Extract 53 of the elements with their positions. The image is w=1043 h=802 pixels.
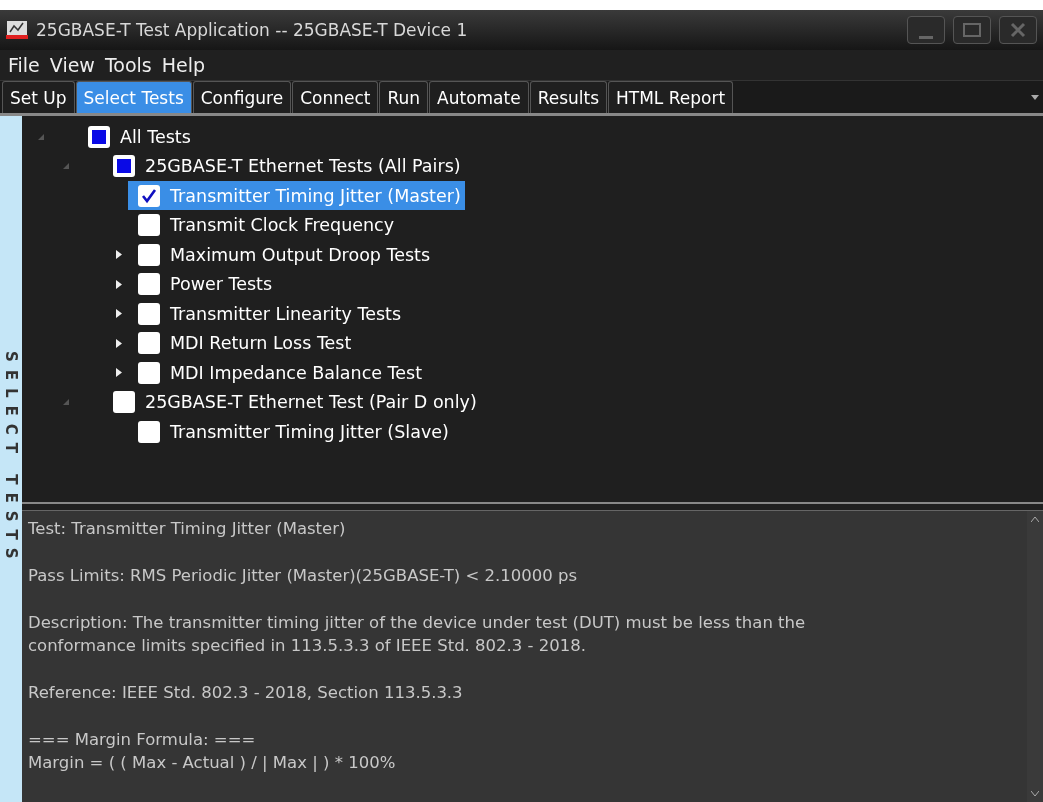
details-text: === Margin Formula: === Margin = ( ( Max - Actual ) / | Max | ) * 100% [28,729,397,774]
menu-item[interactable]: Help [161,54,206,76]
details-text: Test: Transmitter Timing Jitter (Master) [28,518,347,540]
checkbox[interactable] [138,332,160,355]
checkbox[interactable] [138,214,160,237]
scroll-up-icon[interactable] [1031,517,1039,522]
tab[interactable]: Set Up [2,81,75,113]
splitter[interactable] [22,502,1043,511]
collapsed-arrow-icon[interactable] [116,338,122,348]
tree-item[interactable]: All Tests [78,122,195,152]
checkbox[interactable] [138,273,160,296]
scrollbar[interactable] [1027,511,1043,802]
checkbox[interactable] [138,420,160,443]
maximize-icon [963,23,981,37]
tree-item[interactable]: Transmitter Timing Jitter (Slave) [128,417,453,447]
collapsed-arrow-icon[interactable] [116,250,122,260]
maximize-button[interactable] [953,16,991,44]
tree-item[interactable]: Maximum Output Droop Tests [128,240,435,270]
minimize-icon [919,35,933,39]
tab[interactable]: Run [379,81,429,113]
tab[interactable]: Connect [292,81,379,113]
minimize-button[interactable] [907,16,945,44]
tree-item[interactable]: MDI Impedance Balance Test [128,358,427,388]
checkbox[interactable] [113,391,135,414]
app-icon [6,20,28,40]
scroll-down-icon[interactable] [1031,791,1039,796]
checkbox[interactable] [138,361,160,384]
close-button[interactable] [999,16,1037,44]
tab[interactable]: Results [529,81,608,113]
window-title: 25GBASE-T Test Application -- 25GBASE-T Device 1 [36,20,469,40]
tree-item[interactable]: Transmitter Linearity Tests [128,299,405,329]
tree-item[interactable]: Transmit Clock Frequency [128,210,399,240]
details-text: Reference: IEEE Std. 802.3 - 2018, Section 113.5.3.3 [28,682,464,704]
tree-item[interactable]: 25GBASE-T Ethernet Test (Pair D only) [103,387,481,417]
tab[interactable]: Automate [429,81,529,113]
menu-item[interactable]: View [49,54,95,76]
dropdown-arrow-icon[interactable] [1031,94,1039,100]
tab[interactable]: Configure [192,81,292,113]
tree-item[interactable]: Power Tests [128,269,277,299]
collapsed-arrow-icon[interactable] [116,279,122,289]
checkbox[interactable] [138,302,160,325]
tab[interactable]: HTML Report [608,81,734,113]
details-text: Pass Limits: RMS Periodic Jitter (Master)(25GBASE-T) < 2.10000 ps [28,565,579,587]
close-icon [1010,22,1026,38]
menu-item[interactable]: Tools [104,54,152,76]
details-text: Description: The transmitter timing jitter of the device under test (DUT) must be less than the conformance limits specified in 113.5.3.3 of IEEE Std. 802.3 - 2018. [28,612,807,657]
tree-item[interactable]: MDI Return Loss Test [128,328,356,358]
collapsed-arrow-icon[interactable] [116,309,122,319]
collapsed-arrow-icon[interactable] [116,368,122,378]
tree-item[interactable]: 25GBASE-T Ethernet Tests (All Pairs) [103,151,465,181]
checkbox[interactable] [138,243,160,266]
menu-item[interactable]: File [8,54,40,76]
side-panel-tab[interactable]: SELECT TESTS [0,116,22,802]
